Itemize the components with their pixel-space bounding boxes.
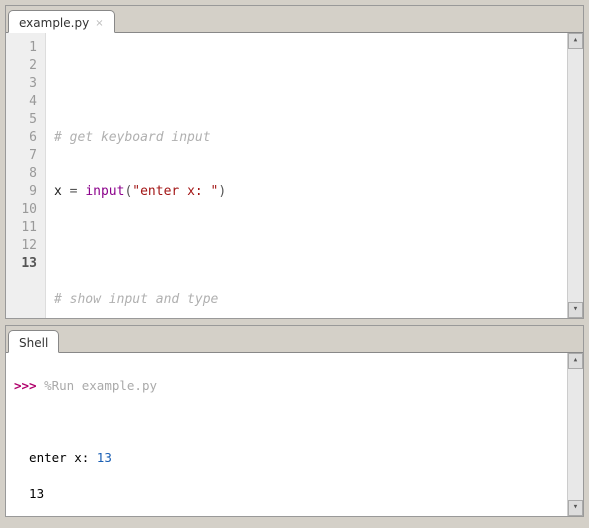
line-number-current: 13 bbox=[6, 255, 45, 273]
shell-prompt: >>> bbox=[14, 378, 37, 393]
line-number: 1 bbox=[6, 39, 45, 57]
editor-tab-label: example.py bbox=[19, 16, 89, 30]
line-number: 11 bbox=[6, 219, 45, 237]
shell-panel: Shell >>> %Run example.py enter x: 13 13… bbox=[5, 325, 584, 517]
code-editor[interactable]: # get keyboard input x = input("enter x:… bbox=[46, 33, 567, 318]
shell-line: >>> %Run example.py bbox=[14, 377, 559, 395]
shell-tab[interactable]: Shell bbox=[8, 330, 59, 353]
line-number: 6 bbox=[6, 129, 45, 147]
editor-scrollbar[interactable]: ▴ ▾ bbox=[567, 33, 583, 318]
scroll-down-icon[interactable]: ▾ bbox=[568, 500, 583, 516]
shell-tab-label: Shell bbox=[19, 336, 48, 350]
line-number: 2 bbox=[6, 57, 45, 75]
line-number: 10 bbox=[6, 201, 45, 219]
code-line: x = input("enter x: ") bbox=[54, 183, 559, 201]
shell-tab-strip: Shell bbox=[6, 326, 583, 352]
shell-content: >>> %Run example.py enter x: 13 13 <clas… bbox=[6, 352, 583, 516]
close-icon[interactable]: × bbox=[95, 18, 103, 29]
scroll-up-icon[interactable]: ▴ bbox=[568, 353, 583, 369]
editor-tab[interactable]: example.py × bbox=[8, 10, 115, 33]
code-line bbox=[54, 75, 559, 93]
code-line bbox=[54, 237, 559, 255]
line-number: 12 bbox=[6, 237, 45, 255]
line-number: 7 bbox=[6, 147, 45, 165]
scroll-up-icon[interactable]: ▴ bbox=[568, 33, 583, 49]
editor-panel: example.py × 1 2 3 4 5 6 7 8 9 10 11 12 … bbox=[5, 5, 584, 319]
line-number: 9 bbox=[6, 183, 45, 201]
shell-line bbox=[14, 413, 559, 431]
line-number: 8 bbox=[6, 165, 45, 183]
editor-tab-strip: example.py × bbox=[6, 6, 583, 32]
line-number: 4 bbox=[6, 93, 45, 111]
shell-output[interactable]: >>> %Run example.py enter x: 13 13 <clas… bbox=[6, 353, 567, 516]
line-number: 5 bbox=[6, 111, 45, 129]
line-number-gutter: 1 2 3 4 5 6 7 8 9 10 11 12 13 bbox=[6, 33, 46, 318]
shell-scrollbar[interactable]: ▴ ▾ bbox=[567, 353, 583, 516]
shell-run-command: %Run example.py bbox=[44, 378, 157, 393]
shell-line: 13 bbox=[14, 485, 559, 503]
scroll-down-icon[interactable]: ▾ bbox=[568, 302, 583, 318]
code-line: # get keyboard input bbox=[54, 129, 559, 147]
code-line: # show input and type bbox=[54, 291, 559, 309]
line-number: 3 bbox=[6, 75, 45, 93]
shell-line: enter x: 13 bbox=[14, 449, 559, 467]
editor-content: 1 2 3 4 5 6 7 8 9 10 11 12 13 # get keyb… bbox=[6, 32, 583, 318]
